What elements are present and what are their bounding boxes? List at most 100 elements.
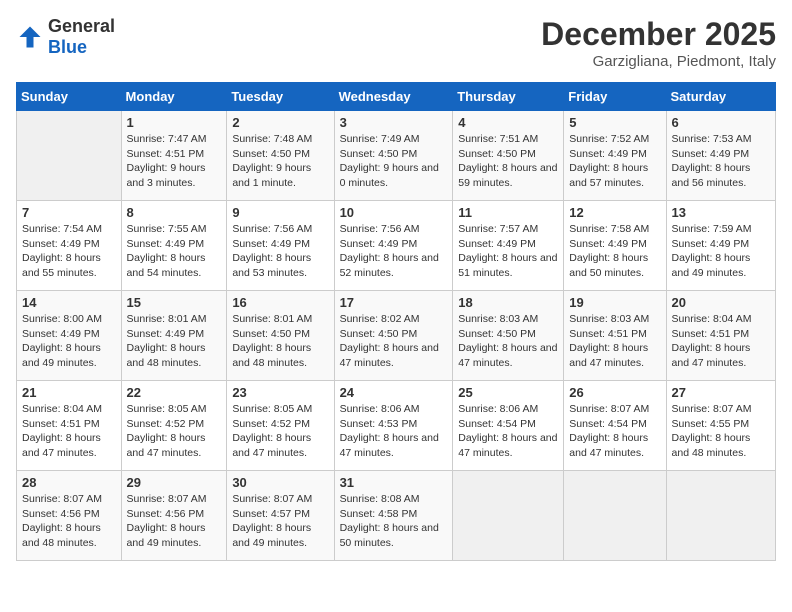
- day-number: 21: [22, 385, 116, 400]
- calendar-day-cell: 31 Sunrise: 8:08 AMSunset: 4:58 PMDaylig…: [334, 471, 453, 561]
- calendar-day-cell: 2 Sunrise: 7:48 AMSunset: 4:50 PMDayligh…: [227, 111, 334, 201]
- day-number: 26: [569, 385, 660, 400]
- day-number: 5: [569, 115, 660, 130]
- day-info: Sunrise: 8:06 AMSunset: 4:54 PMDaylight:…: [458, 403, 557, 459]
- day-number: 30: [232, 475, 328, 490]
- calendar-day-cell: 18 Sunrise: 8:03 AMSunset: 4:50 PMDaylig…: [453, 291, 564, 381]
- day-info: Sunrise: 7:49 AMSunset: 4:50 PMDaylight:…: [340, 133, 439, 189]
- calendar-body: 1 Sunrise: 7:47 AMSunset: 4:51 PMDayligh…: [17, 111, 776, 561]
- day-info: Sunrise: 7:55 AMSunset: 4:49 PMDaylight:…: [127, 223, 207, 279]
- logo-icon: [16, 23, 44, 51]
- calendar-week-row: 28 Sunrise: 8:07 AMSunset: 4:56 PMDaylig…: [17, 471, 776, 561]
- calendar-header-cell: Monday: [121, 83, 227, 111]
- calendar-day-cell: 14 Sunrise: 8:00 AMSunset: 4:49 PMDaylig…: [17, 291, 122, 381]
- calendar-header-cell: Friday: [564, 83, 666, 111]
- calendar-header-row: SundayMondayTuesdayWednesdayThursdayFrid…: [17, 83, 776, 111]
- calendar-header-cell: Sunday: [17, 83, 122, 111]
- day-number: 3: [340, 115, 448, 130]
- calendar-table: SundayMondayTuesdayWednesdayThursdayFrid…: [16, 82, 776, 561]
- calendar-day-cell: 22 Sunrise: 8:05 AMSunset: 4:52 PMDaylig…: [121, 381, 227, 471]
- day-number: 17: [340, 295, 448, 310]
- calendar-week-row: 7 Sunrise: 7:54 AMSunset: 4:49 PMDayligh…: [17, 201, 776, 291]
- day-number: 29: [127, 475, 222, 490]
- calendar-day-cell: 7 Sunrise: 7:54 AMSunset: 4:49 PMDayligh…: [17, 201, 122, 291]
- calendar-week-row: 1 Sunrise: 7:47 AMSunset: 4:51 PMDayligh…: [17, 111, 776, 201]
- day-info: Sunrise: 7:51 AMSunset: 4:50 PMDaylight:…: [458, 133, 557, 189]
- calendar-header-cell: Tuesday: [227, 83, 334, 111]
- day-number: 12: [569, 205, 660, 220]
- day-info: Sunrise: 7:48 AMSunset: 4:50 PMDaylight:…: [232, 133, 312, 189]
- day-info: Sunrise: 8:06 AMSunset: 4:53 PMDaylight:…: [340, 403, 439, 459]
- day-info: Sunrise: 7:56 AMSunset: 4:49 PMDaylight:…: [232, 223, 312, 279]
- day-info: Sunrise: 7:54 AMSunset: 4:49 PMDaylight:…: [22, 223, 102, 279]
- day-info: Sunrise: 8:07 AMSunset: 4:56 PMDaylight:…: [127, 493, 207, 549]
- logo-text-blue: Blue: [48, 37, 87, 57]
- day-info: Sunrise: 8:02 AMSunset: 4:50 PMDaylight:…: [340, 313, 439, 369]
- calendar-day-cell: 8 Sunrise: 7:55 AMSunset: 4:49 PMDayligh…: [121, 201, 227, 291]
- day-info: Sunrise: 8:00 AMSunset: 4:49 PMDaylight:…: [22, 313, 102, 369]
- calendar-day-cell: 30 Sunrise: 8:07 AMSunset: 4:57 PMDaylig…: [227, 471, 334, 561]
- day-info: Sunrise: 8:05 AMSunset: 4:52 PMDaylight:…: [127, 403, 207, 459]
- calendar-day-cell: 28 Sunrise: 8:07 AMSunset: 4:56 PMDaylig…: [17, 471, 122, 561]
- main-title: December 2025: [541, 16, 776, 53]
- calendar-day-cell: 17 Sunrise: 8:02 AMSunset: 4:50 PMDaylig…: [334, 291, 453, 381]
- calendar-day-cell: 15 Sunrise: 8:01 AMSunset: 4:49 PMDaylig…: [121, 291, 227, 381]
- logo-text-general: General: [48, 16, 115, 36]
- calendar-header-cell: Wednesday: [334, 83, 453, 111]
- header: General Blue December 2025 Garzigliana, …: [16, 16, 776, 70]
- day-info: Sunrise: 7:59 AMSunset: 4:49 PMDaylight:…: [672, 223, 752, 279]
- calendar-day-cell: [453, 471, 564, 561]
- day-number: 10: [340, 205, 448, 220]
- day-number: 13: [672, 205, 770, 220]
- day-number: 9: [232, 205, 328, 220]
- calendar-day-cell: 10 Sunrise: 7:56 AMSunset: 4:49 PMDaylig…: [334, 201, 453, 291]
- day-info: Sunrise: 7:57 AMSunset: 4:49 PMDaylight:…: [458, 223, 557, 279]
- calendar-day-cell: [17, 111, 122, 201]
- calendar-day-cell: 19 Sunrise: 8:03 AMSunset: 4:51 PMDaylig…: [564, 291, 666, 381]
- day-number: 20: [672, 295, 770, 310]
- day-number: 14: [22, 295, 116, 310]
- day-info: Sunrise: 7:52 AMSunset: 4:49 PMDaylight:…: [569, 133, 649, 189]
- calendar-header-cell: Thursday: [453, 83, 564, 111]
- day-info: Sunrise: 7:47 AMSunset: 4:51 PMDaylight:…: [127, 133, 207, 189]
- day-number: 1: [127, 115, 222, 130]
- calendar-day-cell: 16 Sunrise: 8:01 AMSunset: 4:50 PMDaylig…: [227, 291, 334, 381]
- day-info: Sunrise: 7:53 AMSunset: 4:49 PMDaylight:…: [672, 133, 752, 189]
- day-number: 25: [458, 385, 558, 400]
- logo: General Blue: [16, 16, 115, 58]
- day-number: 15: [127, 295, 222, 310]
- calendar-day-cell: 20 Sunrise: 8:04 AMSunset: 4:51 PMDaylig…: [666, 291, 775, 381]
- calendar-day-cell: 12 Sunrise: 7:58 AMSunset: 4:49 PMDaylig…: [564, 201, 666, 291]
- day-info: Sunrise: 8:01 AMSunset: 4:50 PMDaylight:…: [232, 313, 312, 369]
- day-number: 19: [569, 295, 660, 310]
- day-number: 8: [127, 205, 222, 220]
- day-number: 2: [232, 115, 328, 130]
- day-number: 4: [458, 115, 558, 130]
- calendar-day-cell: 6 Sunrise: 7:53 AMSunset: 4:49 PMDayligh…: [666, 111, 775, 201]
- calendar-day-cell: 5 Sunrise: 7:52 AMSunset: 4:49 PMDayligh…: [564, 111, 666, 201]
- calendar-day-cell: 11 Sunrise: 7:57 AMSunset: 4:49 PMDaylig…: [453, 201, 564, 291]
- subtitle: Garzigliana, Piedmont, Italy: [541, 53, 776, 70]
- day-info: Sunrise: 7:56 AMSunset: 4:49 PMDaylight:…: [340, 223, 439, 279]
- day-number: 24: [340, 385, 448, 400]
- day-number: 27: [672, 385, 770, 400]
- day-number: 11: [458, 205, 558, 220]
- day-info: Sunrise: 8:07 AMSunset: 4:56 PMDaylight:…: [22, 493, 102, 549]
- title-area: December 2025 Garzigliana, Piedmont, Ita…: [541, 16, 776, 70]
- calendar-week-row: 21 Sunrise: 8:04 AMSunset: 4:51 PMDaylig…: [17, 381, 776, 471]
- calendar-day-cell: [564, 471, 666, 561]
- day-number: 6: [672, 115, 770, 130]
- day-number: 23: [232, 385, 328, 400]
- day-info: Sunrise: 8:04 AMSunset: 4:51 PMDaylight:…: [672, 313, 752, 369]
- calendar-day-cell: 29 Sunrise: 8:07 AMSunset: 4:56 PMDaylig…: [121, 471, 227, 561]
- calendar-header-cell: Saturday: [666, 83, 775, 111]
- calendar-day-cell: 13 Sunrise: 7:59 AMSunset: 4:49 PMDaylig…: [666, 201, 775, 291]
- calendar-day-cell: 3 Sunrise: 7:49 AMSunset: 4:50 PMDayligh…: [334, 111, 453, 201]
- day-number: 31: [340, 475, 448, 490]
- calendar-day-cell: 4 Sunrise: 7:51 AMSunset: 4:50 PMDayligh…: [453, 111, 564, 201]
- day-info: Sunrise: 8:03 AMSunset: 4:51 PMDaylight:…: [569, 313, 649, 369]
- day-number: 18: [458, 295, 558, 310]
- day-info: Sunrise: 7:58 AMSunset: 4:49 PMDaylight:…: [569, 223, 649, 279]
- calendar-day-cell: 1 Sunrise: 7:47 AMSunset: 4:51 PMDayligh…: [121, 111, 227, 201]
- calendar-week-row: 14 Sunrise: 8:00 AMSunset: 4:49 PMDaylig…: [17, 291, 776, 381]
